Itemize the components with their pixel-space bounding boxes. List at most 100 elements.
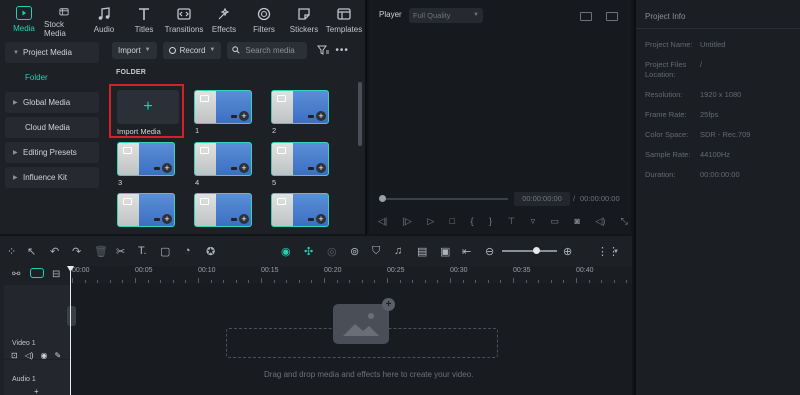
crop-icon[interactable]: ▢ bbox=[160, 245, 170, 258]
add-to-timeline-icon[interactable]: + bbox=[316, 163, 326, 173]
audio-mixer-icon[interactable]: ▤ bbox=[417, 245, 427, 258]
sidebar-item-project-media[interactable]: ▼ Project Media bbox=[5, 42, 99, 63]
tab-effects[interactable]: Effects bbox=[204, 0, 244, 38]
clip-label: 3 bbox=[118, 178, 123, 187]
tab-stock-media[interactable]: Stock Media bbox=[44, 0, 84, 38]
sidebar-item-editing-presets[interactable]: ▶ Editing Presets bbox=[5, 142, 99, 163]
stop-icon[interactable]: □ bbox=[450, 216, 455, 226]
tab-templates[interactable]: Templates bbox=[324, 0, 364, 38]
tab-media[interactable]: Media bbox=[4, 0, 44, 38]
shield-icon[interactable]: ⛉ bbox=[372, 245, 380, 258]
expand-icon[interactable]: ⤡ bbox=[621, 216, 628, 227]
sidebar-item-influence-kit[interactable]: ▶ Influence Kit bbox=[5, 167, 99, 188]
ruler-tick bbox=[235, 280, 237, 283]
info-value: 1920 x 1080 bbox=[700, 90, 742, 99]
next-frame-icon[interactable]: |▷ bbox=[403, 216, 412, 227]
more-options-icon[interactable]: ••• bbox=[335, 45, 349, 56]
media-clip-thumbnail[interactable]: + bbox=[117, 142, 175, 176]
import-media-button[interactable]: + bbox=[117, 90, 179, 124]
speed-icon[interactable]: ◔ bbox=[184, 245, 191, 257]
microphone-icon[interactable]: ♫ bbox=[394, 245, 402, 257]
zoom-in-icon[interactable]: ⊕ bbox=[563, 245, 572, 258]
import-dropdown[interactable]: Import ▼ bbox=[112, 41, 157, 59]
add-to-timeline-icon[interactable]: + bbox=[316, 111, 326, 121]
folder-icon[interactable]: ⊡ bbox=[11, 351, 18, 360]
add-to-timeline-icon[interactable]: + bbox=[239, 111, 249, 121]
media-clip-thumbnail[interactable]: + bbox=[271, 90, 329, 124]
link-tracks-icon[interactable]: ⚯ bbox=[12, 269, 20, 280]
play-icon[interactable]: ▷ bbox=[427, 216, 434, 227]
add-to-timeline-icon[interactable]: + bbox=[162, 163, 172, 173]
media-clip-thumbnail[interactable]: + bbox=[194, 90, 252, 124]
record-dropdown[interactable]: Record ▼ bbox=[162, 41, 222, 59]
filter-sort-icon[interactable] bbox=[317, 44, 330, 56]
playback-progress-track[interactable] bbox=[380, 198, 508, 200]
sidebar-item-global-media[interactable]: ▶ Global Media bbox=[5, 92, 99, 113]
ruler-tick bbox=[84, 280, 86, 283]
chevron-down-icon[interactable]: ▼ bbox=[613, 249, 619, 255]
track-resize-handle[interactable] bbox=[67, 306, 76, 326]
ai-copilot-icon[interactable]: ⊚ bbox=[350, 245, 359, 258]
media-clip-thumbnail[interactable]: + bbox=[271, 193, 329, 227]
add-to-timeline-icon[interactable]: + bbox=[239, 214, 249, 224]
sidebar-item-cloud-media[interactable]: Cloud Media bbox=[5, 117, 99, 138]
sidebar-item-folder[interactable]: Folder bbox=[5, 67, 99, 88]
tab-audio[interactable]: Audio bbox=[84, 0, 124, 38]
voiceover-icon[interactable]: ▿ bbox=[531, 216, 536, 227]
timeline-ruler[interactable] bbox=[70, 266, 632, 284]
monitor-icon[interactable]: ▭ bbox=[551, 216, 560, 227]
playhead[interactable] bbox=[70, 268, 71, 395]
media-clip-thumbnail[interactable]: + bbox=[117, 193, 175, 227]
zoom-slider-track[interactable] bbox=[502, 250, 557, 252]
text-tool-icon[interactable]: T. bbox=[138, 245, 147, 257]
magnetic-track-icon[interactable] bbox=[30, 268, 44, 278]
speaker-icon[interactable]: ◁) bbox=[25, 351, 34, 360]
redo-icon[interactable]: ↷ bbox=[72, 245, 81, 258]
storyboard-icon[interactable]: ▣ bbox=[440, 245, 450, 258]
add-track-icon[interactable]: + bbox=[34, 387, 39, 395]
select-pointer-icon[interactable]: ↖ bbox=[27, 245, 36, 258]
ruler-tick bbox=[273, 280, 275, 283]
link-icon[interactable]: ✣ bbox=[304, 245, 313, 258]
zoom-out-icon[interactable]: ⊖ bbox=[485, 245, 494, 258]
auto-reframe-icon[interactable]: ◎ bbox=[327, 245, 337, 258]
add-to-timeline-icon[interactable]: + bbox=[162, 214, 172, 224]
video-track-header[interactable] bbox=[4, 285, 70, 359]
marker-icon[interactable]: ⊤ bbox=[507, 216, 515, 227]
tab-stickers[interactable]: Stickers bbox=[284, 0, 324, 38]
lock-icon[interactable]: ✎ bbox=[55, 351, 62, 360]
add-to-timeline-icon[interactable]: + bbox=[239, 163, 249, 173]
player-title: Player bbox=[379, 10, 402, 19]
zoom-slider-handle[interactable] bbox=[533, 247, 540, 254]
thumbnail-object bbox=[154, 218, 160, 221]
tab-filters[interactable]: Filters bbox=[244, 0, 284, 38]
ai-effects-icon[interactable]: ✪ bbox=[206, 245, 215, 258]
quality-dropdown[interactable]: Full Quality ▼ bbox=[409, 8, 483, 23]
tab-titles[interactable]: Titles bbox=[124, 0, 164, 38]
undo-icon[interactable]: ↶ bbox=[50, 245, 59, 258]
playback-scrubber[interactable] bbox=[379, 195, 386, 202]
fullscreen-icon[interactable] bbox=[606, 12, 618, 21]
camera-snapshot-icon[interactable]: ◙ bbox=[574, 216, 579, 226]
search-input[interactable]: Search media bbox=[227, 41, 308, 59]
media-clip-thumbnail[interactable]: + bbox=[194, 193, 252, 227]
track-settings-icon[interactable]: ⊟ bbox=[52, 269, 60, 280]
insert-icon[interactable]: ⇤ bbox=[462, 245, 471, 258]
snapshot-grid-icon[interactable] bbox=[580, 12, 592, 21]
tab-transitions[interactable]: Transitions bbox=[164, 0, 204, 38]
scissors-icon[interactable]: ✂ bbox=[116, 245, 125, 258]
volume-icon[interactable]: ◁) bbox=[595, 216, 605, 227]
mark-in-icon[interactable]: { bbox=[471, 216, 474, 226]
eye-icon[interactable]: ◉ bbox=[41, 351, 48, 360]
media-scrollbar[interactable] bbox=[358, 82, 362, 146]
video-track-label: Video 1 bbox=[12, 340, 36, 347]
add-to-timeline-icon[interactable]: + bbox=[316, 214, 326, 224]
magnet-snap-icon[interactable]: ◉ bbox=[281, 245, 291, 258]
media-clip-thumbnail[interactable]: + bbox=[194, 142, 252, 176]
media-clip-thumbnail[interactable]: + bbox=[271, 142, 329, 176]
mark-out-icon[interactable]: } bbox=[489, 216, 492, 226]
previous-frame-icon[interactable]: ◁| bbox=[378, 216, 387, 227]
ruler-tick bbox=[450, 278, 451, 283]
delete-icon[interactable]: 🗑 bbox=[94, 245, 108, 258]
layout-grid-icon[interactable]: ⁘ bbox=[7, 245, 16, 258]
